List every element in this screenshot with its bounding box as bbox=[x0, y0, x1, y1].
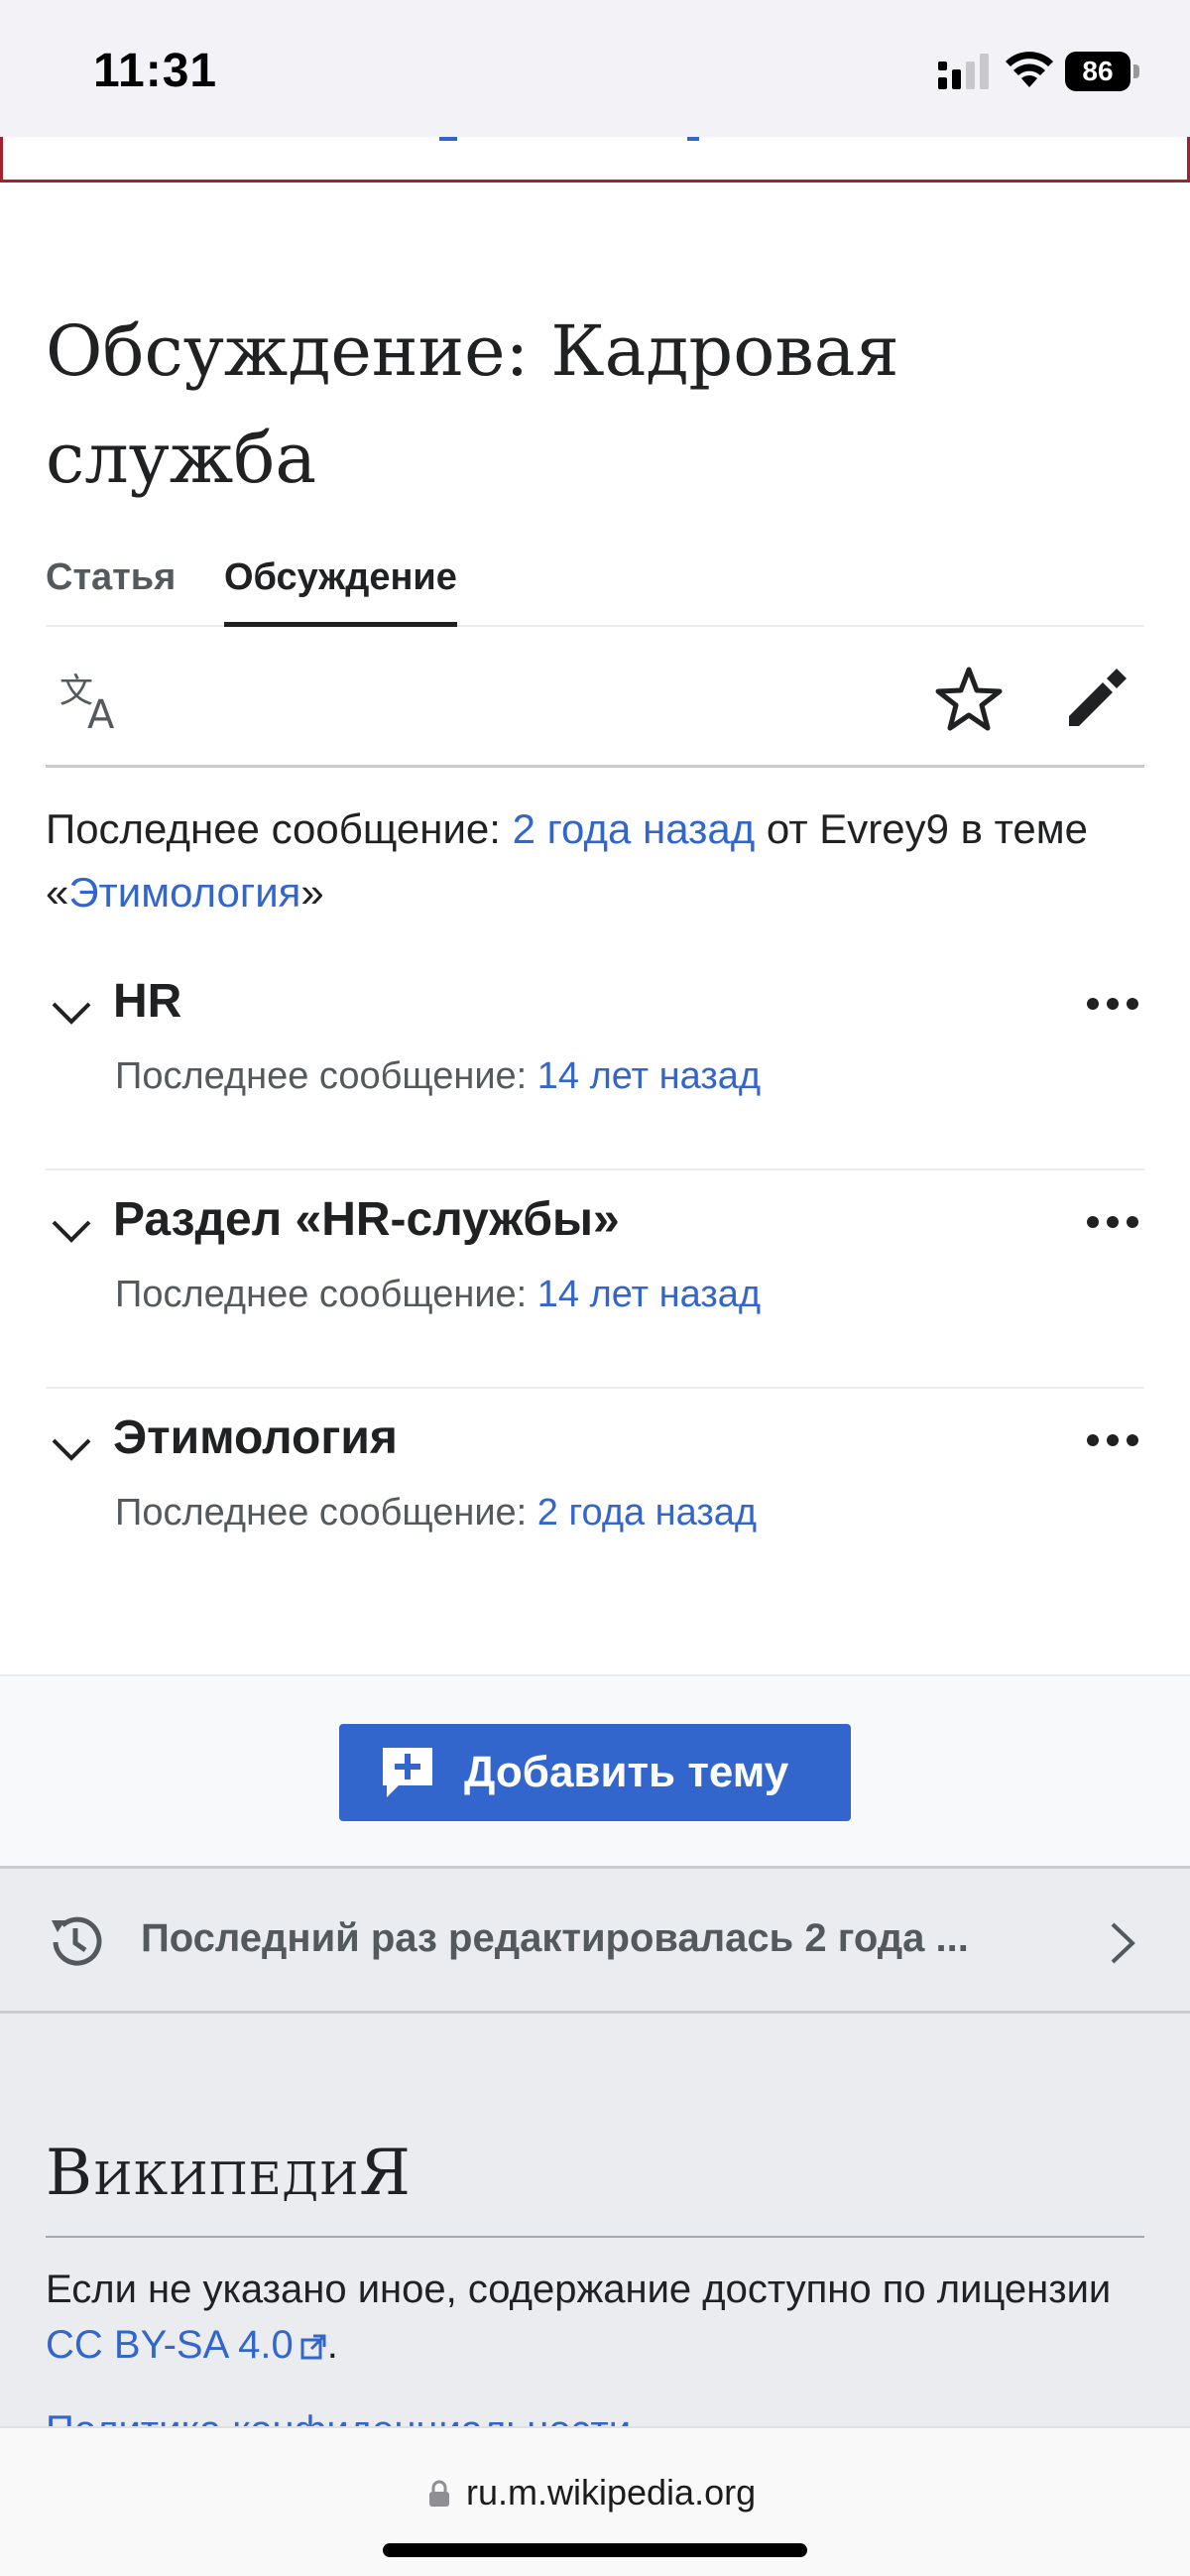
last-message-summary: Последнее сообщение: 2 года назад от Evr… bbox=[46, 797, 1144, 924]
add-topic-label: Добавить тему bbox=[464, 1748, 789, 1796]
add-topic-section: Добавить тему bbox=[0, 1674, 1190, 1869]
svg-text:A: A bbox=[87, 692, 115, 730]
topic-meta: Последнее сообщение: 2 года назад bbox=[115, 1492, 757, 1534]
topic-item: Этимология Последнее сообщение: 2 года н… bbox=[46, 1389, 1144, 1607]
page-actions-toolbar: 文 A bbox=[46, 629, 1144, 768]
add-speech-bubble-icon bbox=[383, 1748, 432, 1797]
battery-cap bbox=[1133, 64, 1139, 78]
footer-divider bbox=[46, 2236, 1144, 2238]
browser-url-bar[interactable]: ru.m.wikipedia.org bbox=[0, 2426, 1190, 2576]
chevron-down-icon[interactable] bbox=[50, 1216, 93, 1246]
more-options-icon[interactable] bbox=[1085, 1432, 1140, 1448]
more-options-icon[interactable] bbox=[1085, 996, 1140, 1012]
wifi-icon bbox=[1006, 52, 1053, 87]
external-link-icon bbox=[300, 2334, 326, 2360]
wikipedia-wordmark: ВикипедиЯ bbox=[46, 2137, 412, 2210]
topic-meta-prefix: Последнее сообщение: bbox=[115, 1274, 537, 1315]
chevron-down-icon[interactable] bbox=[50, 998, 93, 1028]
chevron-right-icon bbox=[1111, 1922, 1135, 1964]
battery-icon: 86 bbox=[1065, 52, 1142, 91]
footer: ВикипедиЯ Если не указано иное, содержан… bbox=[0, 2014, 1190, 2452]
topic-time-link[interactable]: 14 лет назад bbox=[537, 1055, 761, 1097]
namespace-tabs: Статья Обсуждение bbox=[46, 552, 1144, 627]
license-end: . bbox=[326, 2323, 338, 2367]
license-text: Если не указано иное, содержание доступн… bbox=[46, 2268, 1112, 2311]
history-icon bbox=[52, 1916, 102, 1966]
license-link[interactable]: CC BY-SA 4.0 bbox=[46, 2323, 294, 2367]
url-text: ru.m.wikipedia.org bbox=[466, 2472, 757, 2513]
banner-text-fragment bbox=[439, 137, 699, 141]
tab-talk[interactable]: Обсуждение bbox=[224, 552, 457, 627]
summary-topic-link[interactable]: Этимология bbox=[68, 869, 300, 916]
page-title-line2: служба bbox=[46, 418, 317, 499]
last-edited-text: Последний раз редактировалась 2 года ... bbox=[141, 1916, 969, 1960]
language-icon[interactable]: 文 A bbox=[60, 669, 129, 730]
topic-item: Раздел «HR-службы» Последнее сообщение: … bbox=[46, 1170, 1144, 1389]
tab-article[interactable]: Статья bbox=[46, 552, 176, 625]
license-notice: Если не указано иное, содержание доступн… bbox=[46, 2262, 1136, 2373]
topic-time-link[interactable]: 2 года назад bbox=[537, 1492, 757, 1533]
more-options-icon[interactable] bbox=[1085, 1214, 1140, 1230]
topic-meta-prefix: Последнее сообщение: bbox=[115, 1492, 537, 1533]
battery-level: 86 bbox=[1065, 52, 1130, 91]
summary-time-link[interactable]: 2 года назад bbox=[513, 805, 756, 852]
summary-suffix: » bbox=[300, 869, 324, 916]
topic-meta: Последнее сообщение: 14 лет назад bbox=[115, 1274, 761, 1316]
status-time: 11:31 bbox=[93, 45, 218, 97]
add-topic-button[interactable]: Добавить тему bbox=[339, 1724, 851, 1821]
last-edited-bar[interactable]: Последний раз редактировалась 2 года ... bbox=[0, 1869, 1190, 2014]
chevron-down-icon[interactable] bbox=[50, 1434, 93, 1464]
page-title-line1: Обсуждение: Кадровая bbox=[46, 310, 899, 392]
home-indicator bbox=[383, 2543, 807, 2557]
notice-banner bbox=[0, 137, 1190, 183]
topic-meta: Последнее сообщение: 14 лет назад bbox=[115, 1055, 761, 1098]
pencil-icon[interactable] bbox=[1065, 665, 1130, 730]
status-bar: 11:31 86 bbox=[0, 0, 1190, 137]
topic-title[interactable]: Раздел «HR-службы» bbox=[113, 1192, 620, 1247]
topic-meta-prefix: Последнее сообщение: bbox=[115, 1055, 537, 1097]
topic-time-link[interactable]: 14 лет назад bbox=[537, 1274, 761, 1315]
topic-title[interactable]: HR bbox=[113, 974, 181, 1029]
star-icon[interactable] bbox=[934, 665, 1004, 734]
lock-icon bbox=[429, 2480, 449, 2507]
summary-prefix: Последнее сообщение: bbox=[46, 805, 513, 852]
page-title: Обсуждение: Кадровая служба bbox=[46, 298, 1136, 512]
topic-item: HR Последнее сообщение: 14 лет назад bbox=[46, 952, 1144, 1170]
topic-title[interactable]: Этимология bbox=[113, 1411, 398, 1465]
cellular-signal-icon bbox=[938, 54, 989, 89]
